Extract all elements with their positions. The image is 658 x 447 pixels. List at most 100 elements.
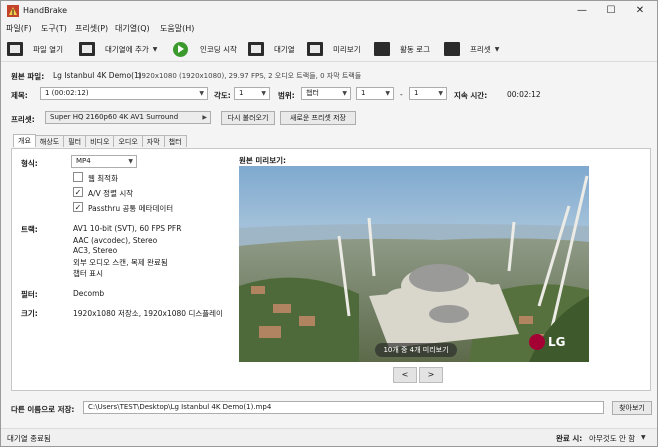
menu-presets[interactable]: 프리셋(P) [75,23,108,34]
preset-label: 프리셋: [11,115,35,124]
range-start-value: 1 [361,89,366,97]
app-window: HandBrake — ☐ ✕ 파일(F) 도구(T) 프리셋(P) 대기열(Q… [0,0,658,447]
chevron-down-icon: ▼ [342,90,347,97]
tab-bar: 개요 해상도 필터 비디오 오디오 자막 챕터 [13,134,187,148]
angle-value: 1 [239,89,244,97]
window-title: HandBrake [23,6,68,15]
queue-icon [248,42,264,56]
align-av-checkbox[interactable]: ✓ [73,187,83,197]
chevron-right-icon: ▶ [202,114,207,121]
lg-logo-icon [529,334,545,350]
activity-log-button[interactable]: 활동 로그 [374,41,430,57]
tab-summary[interactable]: 개요 [13,134,36,147]
angle-select[interactable]: 1 ▼ [234,87,270,100]
start-encode-button[interactable]: 인코딩 시작 [173,41,237,57]
when-done-select[interactable]: 아무것도 안 함 [589,433,635,444]
range-end-select[interactable]: 1 ▼ [409,87,447,100]
chevron-down-icon: ▼ [438,90,443,97]
reload-preset-button[interactable]: 다시 불러오기 [221,111,275,125]
menu-help[interactable]: 도움말(H) [160,23,194,34]
filters-value: Decomb [73,289,105,298]
close-button[interactable]: ✕ [626,3,654,19]
format-select[interactable]: MP4 ▼ [71,155,137,168]
status-text: 대기열 종료됨 [7,434,51,443]
preview-title: 원본 미리보기: [239,156,287,165]
browse-button[interactable]: 찾아보기 [612,401,652,415]
track-item: 챕터 표시 [73,269,103,278]
tab-chapters[interactable]: 챕터 [163,135,187,147]
tracks-label: 트랙: [21,225,38,234]
start-encode-label: 인코딩 시작 [200,44,237,54]
chevron-down-icon: ▼ [385,90,390,97]
menu-tools[interactable]: 도구(T) [41,23,67,34]
size-value: 1920x1080 저장소, 1920x1080 디스플레이 [73,309,223,318]
title-select[interactable]: 1 (00:02:12) ▼ [40,87,208,100]
tab-subtitles[interactable]: 자막 [141,135,165,147]
chevron-down-icon[interactable]: ▼ [153,46,158,53]
size-label: 크기: [21,309,38,318]
tab-audio[interactable]: 오디오 [113,135,143,147]
presets-button[interactable]: 프리셋 ▼ [444,41,499,57]
destination-input[interactable]: C:\Users\TEST\Desktop\Lg Istanbul 4K Dem… [83,401,604,414]
passthru-metadata-checkbox[interactable]: ✓ [73,202,83,212]
align-av-label: A/V 정렬 시작 [88,189,134,198]
lg-logo: LG [529,334,566,350]
preset-value: Super HQ 2160p60 4K AV1 Surround [50,113,179,121]
format-value: MP4 [76,157,91,165]
web-optimized-checkbox[interactable] [73,172,83,182]
passthru-metadata-label: Passthru 공통 메타데이터 [88,204,174,213]
preview-prev-button[interactable]: < [393,367,417,383]
chevron-down-icon[interactable]: ▼ [641,434,646,441]
range-start-select[interactable]: 1 ▼ [356,87,394,100]
presets-icon [444,42,460,56]
preview-next-button[interactable]: > [419,367,443,383]
add-to-queue-button[interactable]: 대기열에 추가 ▼ [79,41,157,57]
tab-dimensions[interactable]: 해상도 [34,135,65,147]
source-info: 1920x1080 (1920x1080), 29.97 FPS, 2 오디오 … [137,72,362,80]
preset-select[interactable]: Super HQ 2160p60 4K AV1 Surround ▶ [45,111,211,124]
preview-label: 미리보기 [333,44,361,54]
preview-scene [239,166,589,362]
chevron-down-icon: ▼ [128,158,133,165]
status-bar: 대기열 종료됨 완료 시: 아무것도 안 함 ▼ [1,428,657,446]
web-optimized-label: 웹 최적화 [88,174,118,183]
chevron-down-icon: ▼ [494,45,500,53]
presets-label: 프리셋 [470,44,491,54]
title-label: 제목: [11,91,28,100]
range-label: 범위: [278,91,295,100]
play-icon [173,41,188,57]
tab-video[interactable]: 비디오 [85,135,115,147]
title-bar: HandBrake — ☐ ✕ [1,1,657,21]
duration-value: 00:02:12 [507,90,541,99]
source-name: Lg Istanbul 4K Demo(1) [53,71,142,80]
menu-file[interactable]: 파일(F) [6,23,32,34]
destination-label: 다른 이름으로 저장: [11,405,75,414]
toolbar: 파일 열기 대기열에 추가 ▼ 인코딩 시작 대기열 미리보기 활동 로그 프리… [1,36,657,62]
preview-caption: 10개 중 4개 미리보기 [375,343,457,357]
source-preview-image: 10개 중 4개 미리보기 LG [239,166,589,362]
when-done-label: 완료 시: [556,434,583,443]
add-queue-icon [79,42,95,56]
open-source-button[interactable]: 파일 열기 [7,41,63,57]
queue-button[interactable]: 대기열 [248,41,295,57]
duration-label: 지속 시간: [454,91,488,100]
range-type-select[interactable]: 챕터 ▼ [301,87,351,100]
minimize-button[interactable]: — [568,3,596,19]
check-icon: ✓ [74,188,82,197]
log-icon [374,42,390,56]
track-item: AV1 10-bit (SVT), 60 FPS PFR [73,224,182,233]
filters-label: 필터: [21,290,38,299]
menu-bar: 파일(F) 도구(T) 프리셋(P) 대기열(Q) 도움말(H) [1,21,657,36]
chevron-down-icon: ▼ [199,90,204,97]
add-to-queue-label: 대기열에 추가 [105,44,149,54]
preview-icon [307,42,323,56]
save-new-preset-button[interactable]: 새로운 프리셋 저장 [280,111,356,125]
queue-label: 대기열 [274,44,295,54]
open-source-label: 파일 열기 [33,44,63,54]
lg-logo-text: LG [548,335,566,349]
maximize-button[interactable]: ☐ [597,3,625,19]
menu-queue[interactable]: 대기열(Q) [115,23,150,34]
tab-filters[interactable]: 필터 [63,135,87,147]
preview-button[interactable]: 미리보기 [307,41,361,57]
range-end-value: 1 [414,89,419,97]
